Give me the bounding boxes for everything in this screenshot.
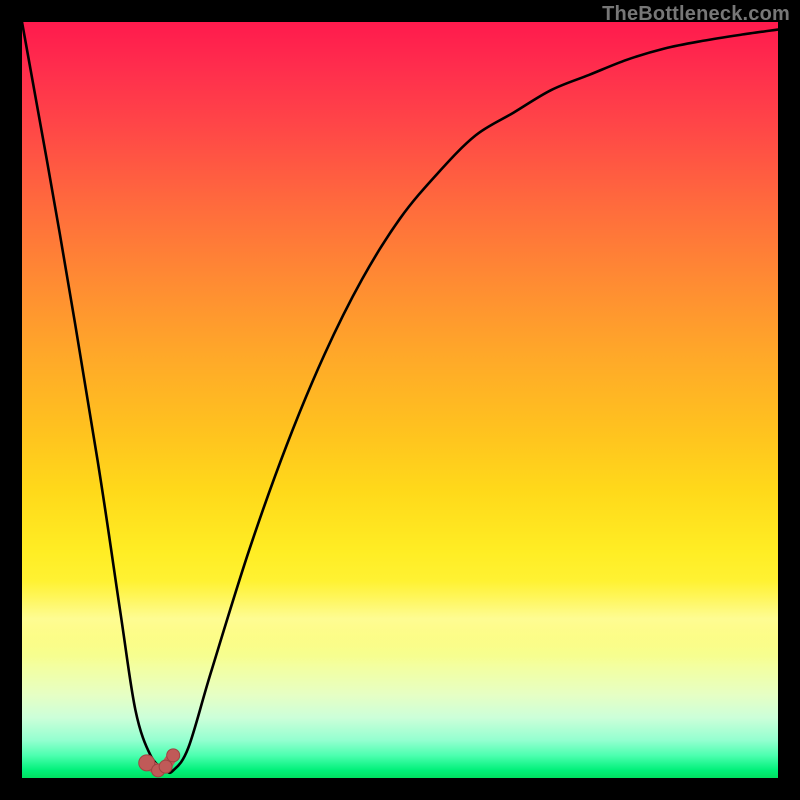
marker-dot — [167, 749, 180, 762]
marker-group — [139, 749, 180, 777]
plot-area — [22, 22, 778, 778]
chart-svg — [22, 22, 778, 778]
marker-dot — [159, 760, 172, 773]
bottleneck-curve — [22, 22, 778, 773]
outer-frame: TheBottleneck.com — [0, 0, 800, 800]
